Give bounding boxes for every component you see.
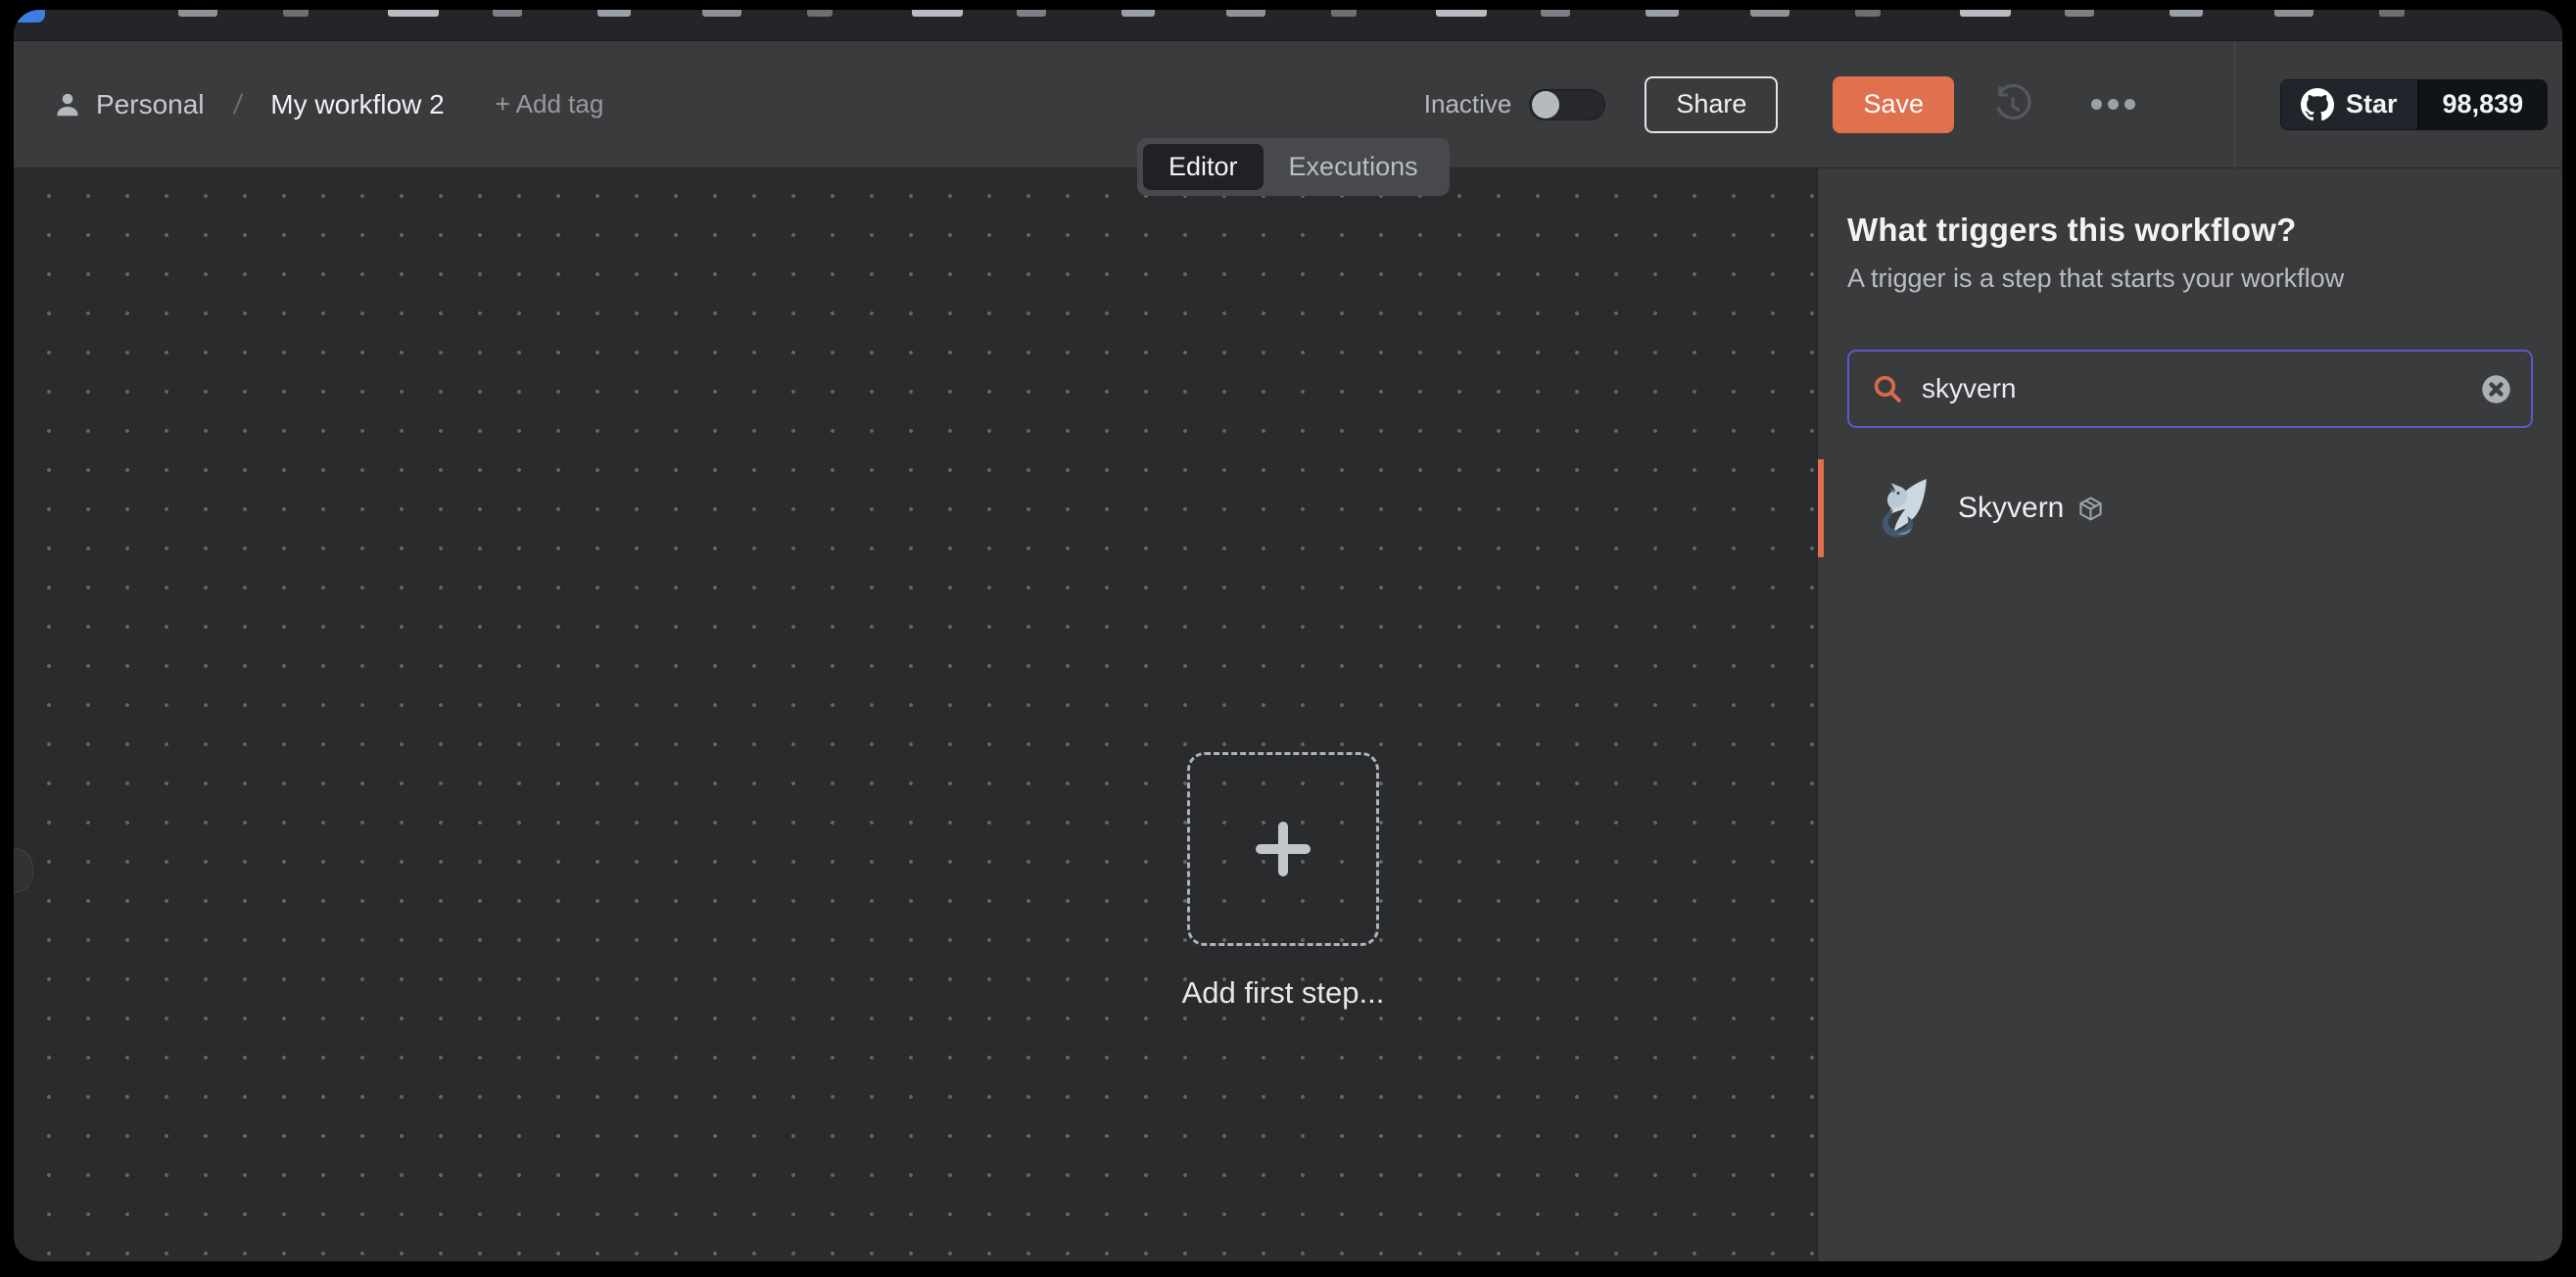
browser-tab-sliver bbox=[178, 10, 217, 17]
breadcrumb: Personal / My workflow 2 + Add tag bbox=[14, 89, 603, 120]
active-status-label: Inactive bbox=[1424, 89, 1512, 119]
github-star-widget[interactable]: Star 98,839 bbox=[2280, 79, 2548, 130]
add-first-step-label: Add first step... bbox=[1087, 975, 1479, 1011]
browser-tab-sliver bbox=[1960, 10, 2011, 17]
browser-tab-sliver bbox=[388, 10, 439, 17]
more-options-button[interactable] bbox=[2091, 99, 2135, 110]
browser-tab-sliver bbox=[597, 10, 631, 17]
workflow-name[interactable]: My workflow 2 bbox=[270, 89, 444, 120]
dot-icon bbox=[2124, 99, 2135, 110]
browser-tab-sliver bbox=[2170, 10, 2203, 17]
browser-tab-sliver bbox=[283, 10, 309, 17]
active-toggle-knob bbox=[1532, 91, 1559, 118]
trigger-panel: What triggers this workflow? A trigger i… bbox=[1817, 168, 2562, 1261]
breadcrumb-separator: / bbox=[231, 89, 243, 120]
browser-tab-sliver bbox=[2274, 10, 2314, 17]
workflow-history-button[interactable] bbox=[1989, 82, 2034, 127]
browser-tab-sliver bbox=[2379, 10, 2405, 17]
browser-tab-sliver bbox=[1855, 10, 1881, 17]
browser-tab-sliver bbox=[493, 10, 522, 17]
plus-icon bbox=[1248, 814, 1318, 884]
browser-tab-sliver bbox=[1226, 10, 1265, 17]
panel-title: What triggers this workflow? bbox=[1847, 212, 2533, 249]
result-row-skyvern[interactable]: Skyvern bbox=[1818, 459, 2562, 557]
active-toggle[interactable] bbox=[1529, 89, 1605, 120]
community-node-cube-icon bbox=[2077, 496, 2104, 522]
header-controls: Inactive Share Save bbox=[1424, 76, 2185, 133]
node-search-input[interactable] bbox=[1922, 373, 2481, 404]
add-first-step-button[interactable] bbox=[1187, 752, 1379, 946]
clear-search-icon[interactable] bbox=[2481, 374, 2511, 404]
dot-icon bbox=[2091, 99, 2102, 110]
browser-tab-sliver bbox=[1121, 10, 1155, 17]
skyvern-logo-icon bbox=[1867, 476, 1932, 541]
save-button[interactable]: Save bbox=[1833, 76, 1954, 133]
github-icon bbox=[2301, 88, 2334, 121]
browser-tab-sliver bbox=[807, 10, 833, 17]
tab-executions[interactable]: Executions bbox=[1264, 144, 1444, 190]
github-section: Star 98,839 bbox=[2235, 41, 2562, 167]
user-icon bbox=[53, 90, 82, 119]
app-window: Personal / My workflow 2 + Add tag Inact… bbox=[14, 10, 2562, 1261]
browser-tab-sliver bbox=[1750, 10, 1789, 17]
browser-tab-favicon-blue bbox=[16, 10, 45, 23]
browser-tab-sliver bbox=[1646, 10, 1679, 17]
breadcrumb-project[interactable]: Personal bbox=[96, 89, 205, 120]
browser-tab-sliver bbox=[912, 10, 963, 17]
tab-editor[interactable]: Editor bbox=[1143, 144, 1264, 190]
history-icon bbox=[1990, 83, 2033, 126]
browser-tab-sliver bbox=[1331, 10, 1357, 17]
github-star-button[interactable]: Star bbox=[2281, 80, 2417, 129]
browser-tab-sliver bbox=[1017, 10, 1046, 17]
active-result-accent-bar bbox=[1818, 459, 1824, 557]
panel-subtitle: A trigger is a step that starts your wor… bbox=[1847, 263, 2533, 294]
search-results: Skyvern bbox=[1818, 459, 2562, 557]
share-button[interactable]: Share bbox=[1645, 76, 1778, 133]
node-search-box bbox=[1847, 350, 2533, 428]
github-star-count[interactable]: 98,839 bbox=[2417, 80, 2548, 129]
add-tag-button[interactable]: + Add tag bbox=[496, 89, 604, 119]
sidebar-expand-handle[interactable] bbox=[14, 848, 33, 893]
github-star-label: Star bbox=[2346, 89, 2398, 119]
browser-tab-strip bbox=[14, 10, 2562, 41]
view-tabs: Editor Executions bbox=[1137, 138, 1450, 196]
browser-tab-sliver bbox=[1541, 10, 1570, 17]
dot-icon bbox=[2108, 99, 2119, 110]
browser-tab-sliver bbox=[2065, 10, 2094, 17]
search-icon bbox=[1871, 372, 1904, 405]
browser-tab-sliver bbox=[1436, 10, 1487, 17]
result-name: Skyvern bbox=[1958, 492, 2064, 525]
browser-tab-sliver bbox=[702, 10, 741, 17]
